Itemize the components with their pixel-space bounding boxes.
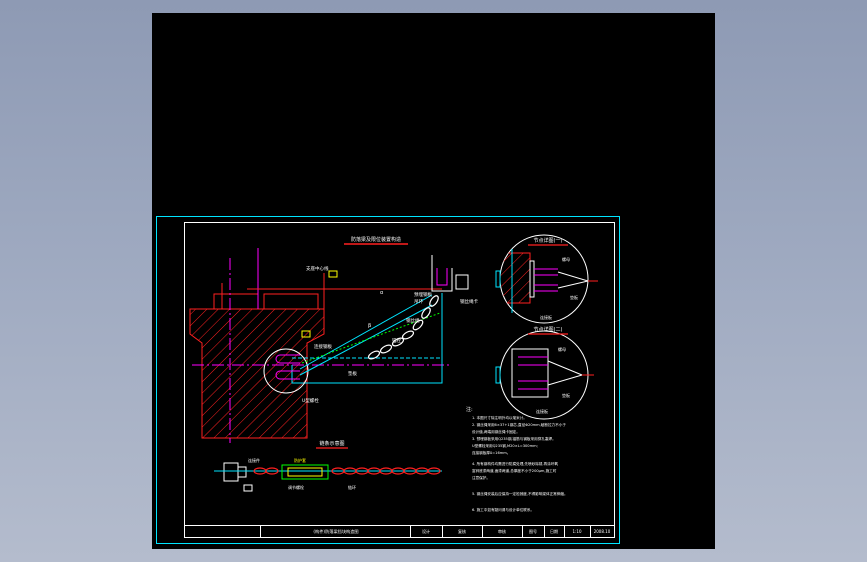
title-block-cell: 审核 (498, 528, 506, 534)
label-u-bolt: U型螺栓 (302, 397, 319, 404)
title-block-cell: 日期 (550, 528, 558, 534)
pier-section (189, 308, 325, 439)
detail-two-label-pad: 垫板 (562, 392, 570, 398)
label-anchor-bolt: 锚栓 (392, 337, 401, 344)
detail-one-label-plate: 连接板 (540, 314, 552, 320)
chain-label-adjust: 调节螺栓 (288, 484, 304, 490)
label-beta: β (368, 323, 371, 329)
note-line: U型螺栓采用Q235钢,M20×L=300mm; (472, 443, 538, 448)
detail-two-title: 节点详图(二) (534, 326, 563, 333)
label-bearing-centre: 支座中心线 (306, 265, 329, 272)
note-line: 设计值,两端用钢丝绳卡固定。 (472, 429, 520, 434)
label-rope-clip: 钢丝绳卡 (460, 298, 478, 305)
detail-two-label-plate: 连接板 (536, 408, 548, 414)
title-block-drawing-name: (构件)防落梁挡块构造图 (313, 528, 358, 535)
note-line: 2. 钢丝绳采用6×37+1钢芯,直径Φ20mm,破断拉力不小于 (472, 422, 566, 427)
label-connect-plate: 连接钢板 (314, 343, 332, 350)
note-line: 5. 钢丝绳安装后应保持一定松弛度,不得影响梁体正常伸缩。 (472, 491, 568, 496)
cad-viewport[interactable]: 防落梁及限位装置构造 支座中心线 预埋钢板 锚栓 连接钢板 垫板 U型螺栓 钢丝… (152, 13, 715, 549)
title-block-cell: 图号 (529, 528, 537, 534)
detail-one-label-nut: 螺母 (562, 256, 570, 262)
note-line: 注意保护。 (472, 475, 490, 480)
label-wire-rope: 钢丝绳 (406, 317, 420, 324)
chain-label-guard: 防护套 (294, 457, 306, 463)
note-line: 1. 本图尺寸除注明外均以毫米计。 (472, 415, 527, 420)
diagonal-chain (367, 295, 439, 360)
note-line: 连接钢板厚δ=16mm。 (472, 450, 510, 455)
label-pad-plate: 垫板 (348, 370, 357, 377)
detail-two-label-nut: 螺母 (558, 346, 566, 352)
chain-view (214, 462, 442, 492)
bearing-block-right (263, 293, 319, 310)
title-block-drawing-no: 2008.10 (594, 529, 611, 534)
label-embed-plate: 预埋钢板 (414, 291, 432, 298)
label-lifting-ring: 吊环 (414, 299, 423, 305)
note-line: 富锌底漆两道,面漆两道,总厚度不小于200μm,施工时 (472, 468, 557, 473)
note-line: 3. 预埋钢板采用Q235钢,锚筋与钢板采用穿孔塞焊。 (472, 436, 556, 441)
chain-label-link: 链环 (348, 484, 356, 490)
title-block-cell: 1:10 (573, 529, 582, 534)
detail-one-label-pad: 垫板 (570, 294, 578, 300)
note-line: 4. 所有钢构件均需进行防腐处理,先喷砂除锈,再涂环氧 (472, 461, 558, 466)
detail-one-title: 节点详图(一) (534, 237, 563, 244)
title-block-cell: 设计 (422, 528, 430, 534)
notes-block: 注: 1. 本图尺寸除注明外均以毫米计。 2. 钢丝绳采用6×37+1钢芯,直径… (466, 406, 568, 512)
chain-view-title: 链条示意图 (319, 440, 344, 447)
label-alpha: α (380, 290, 384, 296)
notes-heading: 注: (466, 406, 473, 413)
main-view-title: 防落梁及限位装置构造 (351, 236, 401, 243)
title-block-cell: 复核 (458, 528, 466, 534)
bearing-block-left (213, 293, 259, 310)
detail-two (495, 330, 594, 420)
anchor-bracket (431, 255, 469, 292)
chain-label-connector: 连接件 (248, 457, 260, 463)
detail-one (495, 234, 598, 324)
note-line: 6. 施工中如有疑问请与设计单位联系。 (472, 507, 534, 512)
cad-drawing: 防落梁及限位装置构造 支座中心线 预埋钢板 锚栓 连接钢板 垫板 U型螺栓 钢丝… (156, 216, 620, 544)
